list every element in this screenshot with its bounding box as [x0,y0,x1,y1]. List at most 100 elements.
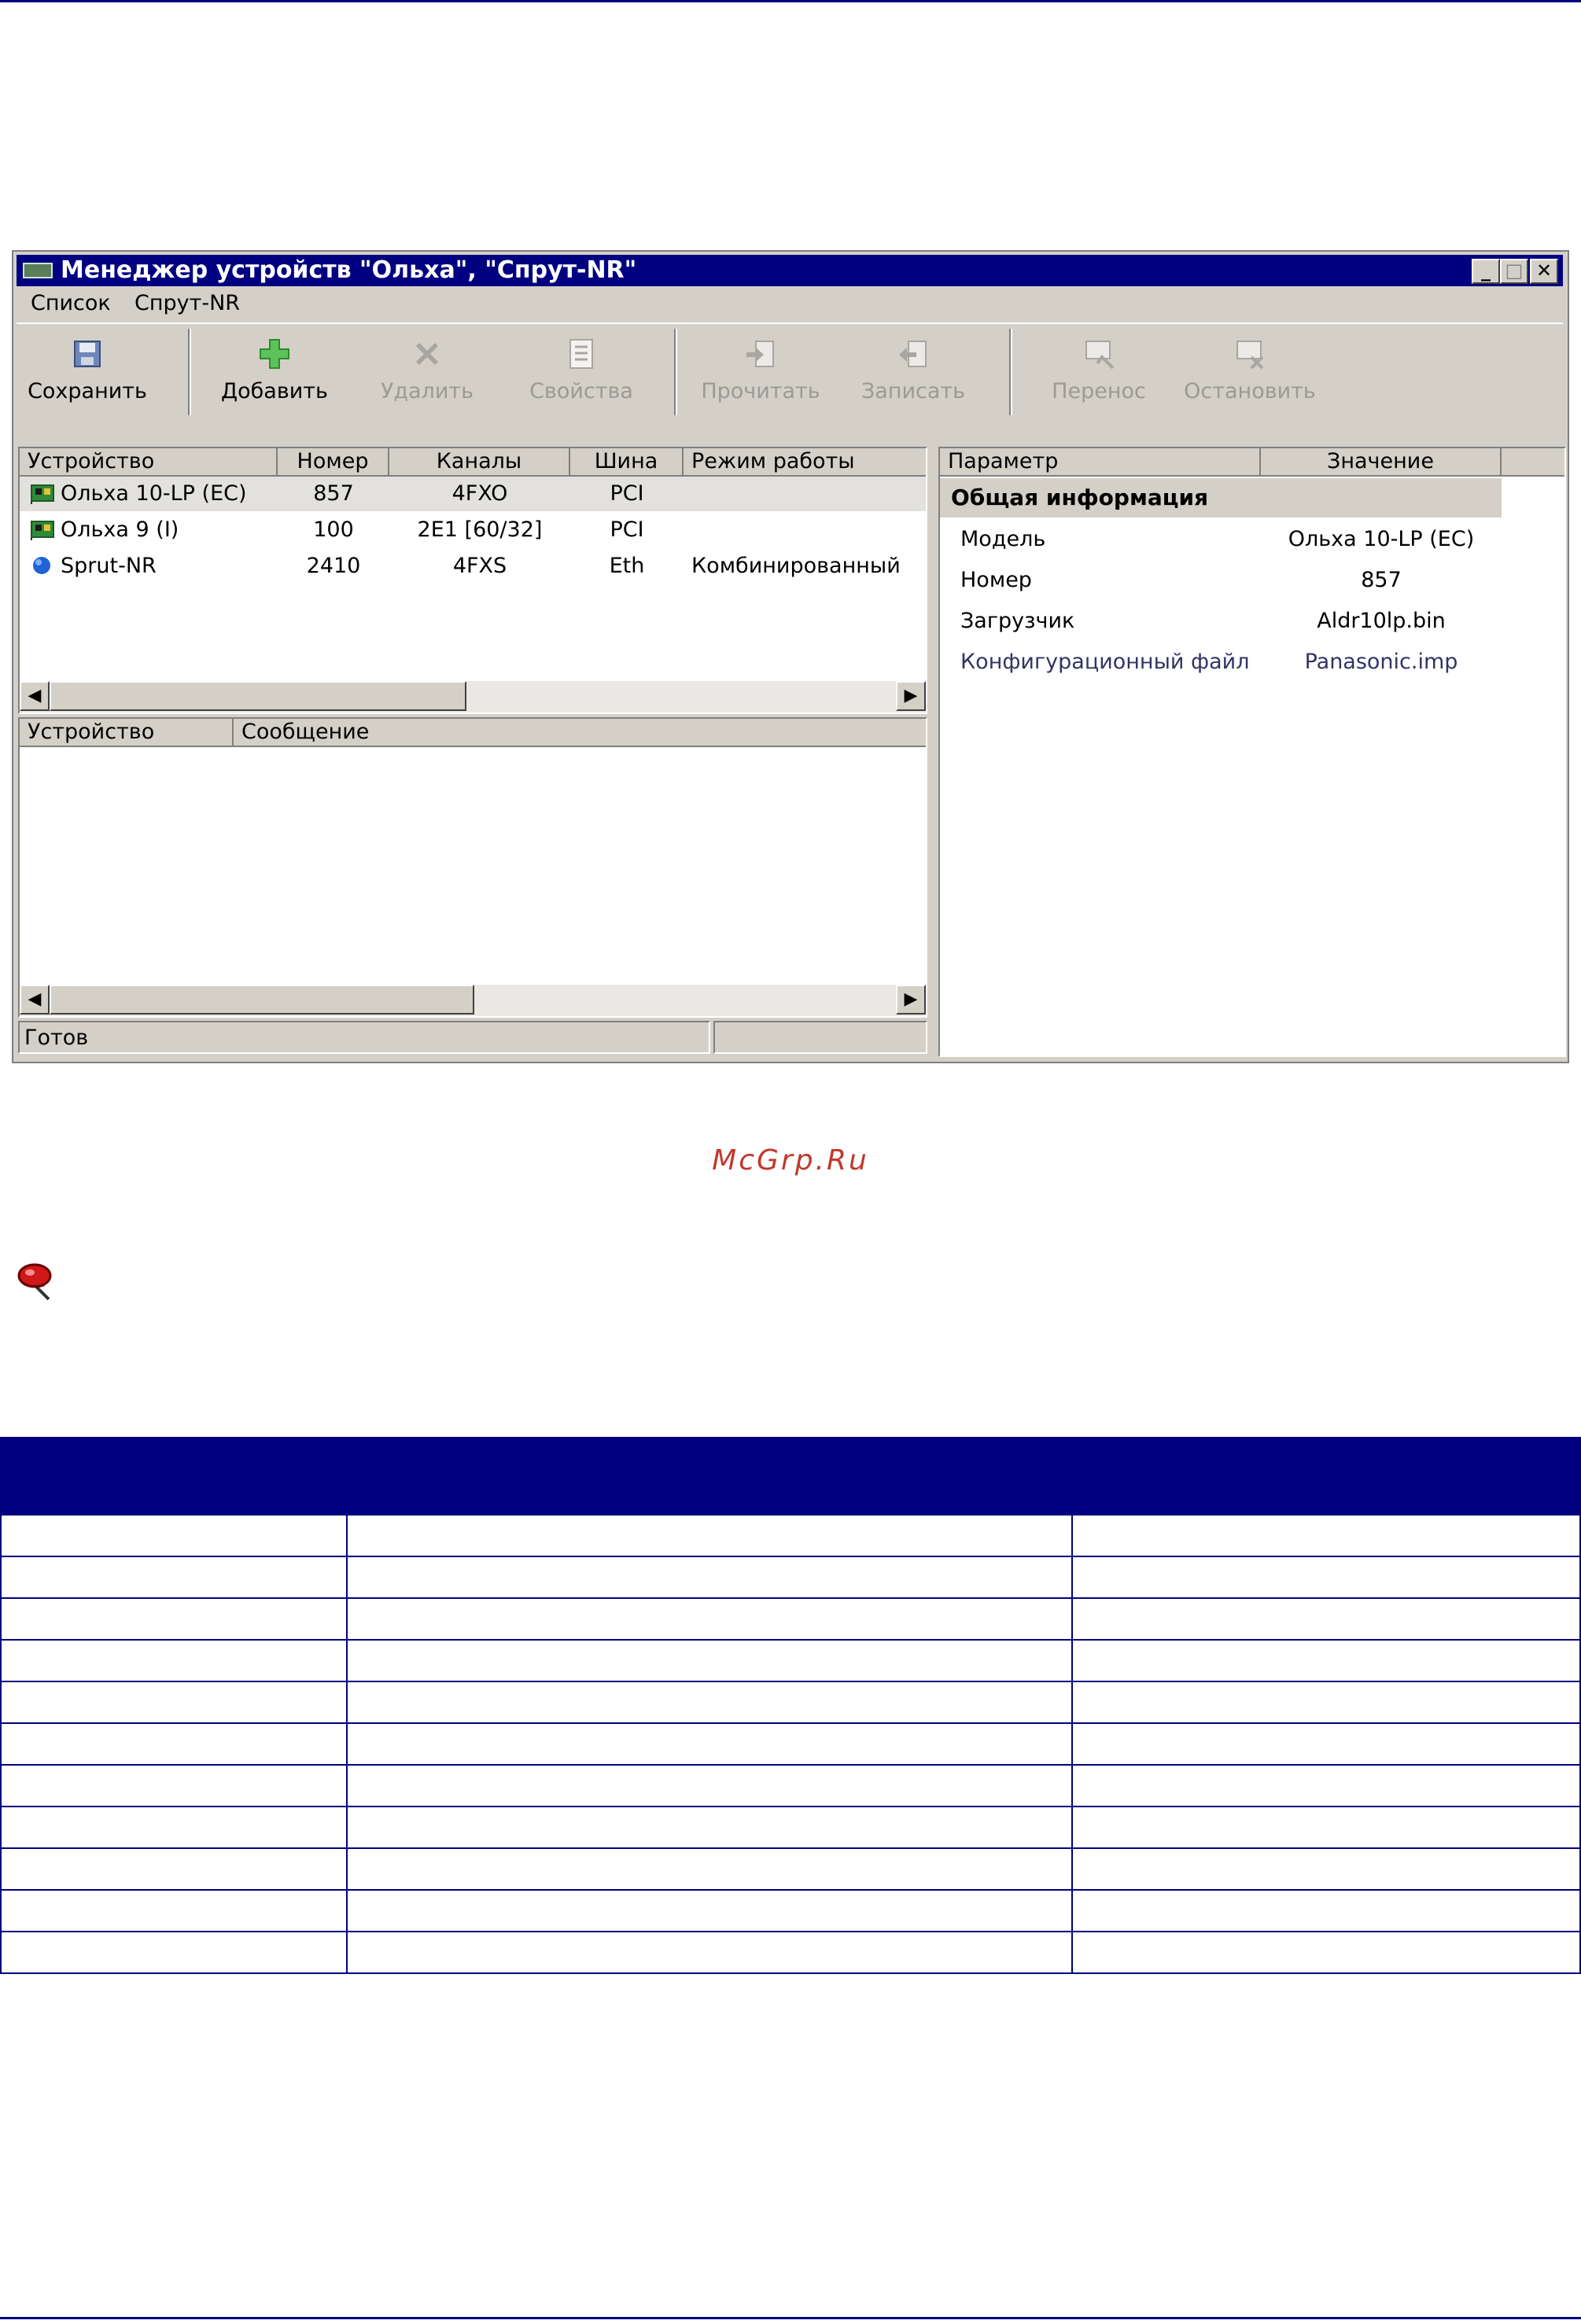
maximize-button[interactable]: □ [1500,259,1528,284]
param-config-label: Конфигурационный файл [960,650,1250,674]
stop-icon [1233,337,1267,371]
card-icon [31,484,54,504]
read-device-icon [743,337,778,371]
delete-button[interactable]: Удалить [356,324,498,418]
param-number-label: Номер [960,568,1032,592]
col-bus[interactable]: Шина [570,448,684,477]
table-row [0,1556,1581,1599]
toolbar-separator [188,329,191,415]
pushpin-icon [17,1263,52,1301]
table-row [0,1681,1581,1724]
device-name[interactable]: Sprut-NR [61,549,157,584]
floppy-disk-icon [70,337,105,371]
properties-list-icon [564,337,599,371]
param-loader-value: Aldr10lp.bin [1317,609,1446,633]
device-channels: 2E1 [60/32] [417,517,543,542]
read-label: Прочитать [701,379,820,403]
add-label: Добавить [221,379,328,403]
save-label: Сохранить [28,379,147,403]
device-channels: 4FXO [451,481,508,506]
group-header: Общая информация [940,478,1502,517]
read-button[interactable]: Прочитать [690,324,831,418]
menu-bar: Список Спрут-NR [17,288,1563,319]
title-bar[interactable]: Менеджер устройств "Ольха", "Спрут-NR" _… [17,255,1563,286]
param-config-value[interactable]: Panasonic.imp [1261,642,1502,683]
scroll-right-button[interactable]: ▶ [896,985,926,1015]
table-header-cell [1071,1437,1581,1516]
param-loader-label: Загрузчик [960,609,1075,633]
device-mode: Комбинированный [691,554,901,578]
param-number-value: 857 [1361,568,1402,592]
status-pane-2 [713,1021,927,1054]
transfer-button[interactable]: Перенос [1028,324,1170,418]
devices-panel: Устройство Номер Каналы Шина Режим работ… [18,447,927,714]
table-header-cell [0,1437,348,1516]
col-channels[interactable]: Каналы [389,448,570,477]
param-model-value: Ольха 10-LP (EC) [1288,527,1475,551]
toolbar-separator [674,329,677,415]
col-extra[interactable] [1502,448,1564,477]
col-number[interactable]: Номер [278,448,389,477]
scroll-thumb[interactable] [50,681,466,711]
table-header-cell [346,1437,1073,1516]
toolbar: Сохранить Добавить Удалить Свойства Проч… [17,322,1563,420]
app-icon [23,263,53,278]
device-channels: 4FXS [452,554,507,578]
status-text: Готов [18,1021,710,1054]
table-row [0,1514,1581,1557]
scroll-thumb[interactable] [50,985,474,1015]
top-rule [0,0,1581,2]
window-title: Менеджер устройств "Ольха", "Спрут-NR" [61,256,637,284]
save-button[interactable]: Сохранить [17,324,158,418]
menu-sprut-nr[interactable]: Спрут-NR [135,288,240,319]
bottom-rule [0,2317,1581,2319]
add-button[interactable]: Добавить [204,324,345,418]
col-mode[interactable]: Режим работы [684,448,926,477]
col-value[interactable]: Значение [1261,448,1502,477]
device-bus: Eth [609,554,645,578]
device-bus: PCI [610,517,644,542]
device-name[interactable]: Ольха 10-LP (EC) [61,477,247,511]
transfer-icon [1082,337,1116,371]
scroll-left-button[interactable]: ◀ [20,985,50,1015]
watermark: McGrp.Ru [712,1144,869,1177]
table-row [0,1722,1581,1766]
devices-hscrollbar[interactable]: ◀ ▶ [20,681,926,713]
messages-panel: Устройство Сообщение ◀ ▶ [18,717,927,1018]
write-button[interactable]: Записать [842,324,984,418]
card-icon [31,521,54,540]
minimize-button[interactable]: _ [1472,259,1500,284]
col-msg-message[interactable]: Сообщение [234,719,926,747]
device-number: 100 [313,517,354,542]
stop-button[interactable]: Остановить [1179,324,1321,418]
param-model-label: Модель [960,527,1046,551]
close-button[interactable]: ✕ [1530,259,1558,284]
properties-label: Свойства [529,379,633,403]
table-row [0,1597,1581,1641]
properties-panel: Параметр Значение Общая информация Модел… [938,447,1566,1057]
scroll-left-button[interactable]: ◀ [20,681,50,711]
table-row [0,1847,1581,1891]
scroll-right-button[interactable]: ▶ [896,681,926,711]
col-msg-device[interactable]: Устройство [20,719,234,747]
transfer-label: Перенос [1052,379,1146,403]
toolbar-separator [1009,329,1012,415]
delete-x-icon [410,337,444,371]
properties-button[interactable]: Свойства [510,324,652,418]
table-row [0,1639,1581,1682]
device-name[interactable]: Ольха 9 (I) [61,513,179,547]
menu-list[interactable]: Список [31,288,111,319]
table-row [0,1764,1581,1807]
device-number: 2410 [306,554,361,578]
blue-dot-icon [33,557,50,574]
empty-table [0,1437,1581,1974]
table-row [0,1931,1581,1974]
messages-hscrollbar[interactable]: ◀ ▶ [20,985,926,1016]
plus-icon [257,337,292,371]
write-label: Записать [861,379,966,403]
col-param[interactable]: Параметр [940,448,1261,477]
table-header-row [0,1437,1581,1516]
col-device[interactable]: Устройство [20,448,278,477]
device-number: 857 [313,481,354,506]
write-device-icon [896,337,931,371]
